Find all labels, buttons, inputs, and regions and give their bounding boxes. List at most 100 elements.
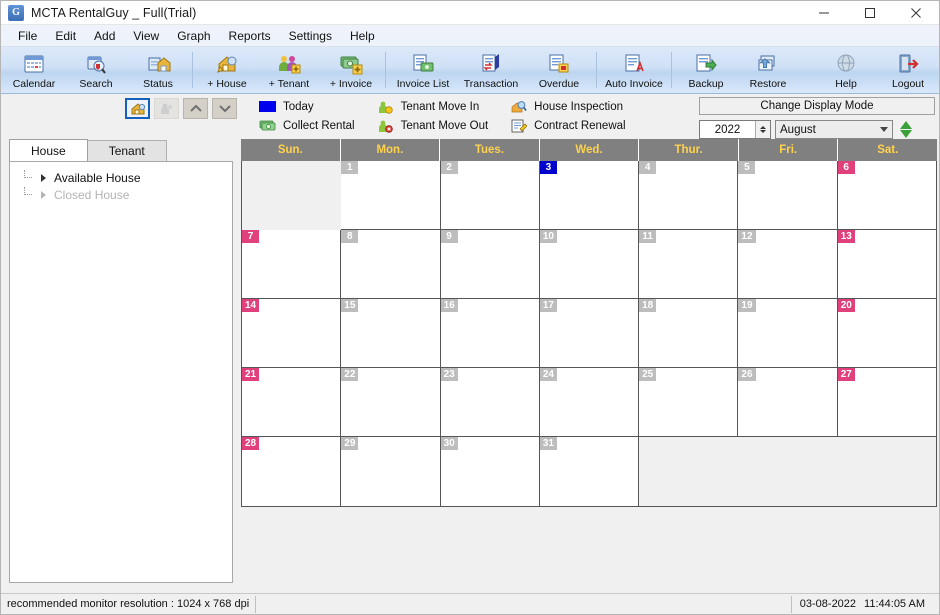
day-number-badge: 20 <box>837 299 855 312</box>
menu-file[interactable]: File <box>9 26 46 46</box>
calendar-cell-day-3[interactable]: 3 <box>539 161 640 230</box>
view-nav-buttons <box>1 94 237 119</box>
calendar-cell-day-12[interactable]: 12 <box>738 230 838 299</box>
toolbar-button-search[interactable]: Search <box>65 47 127 93</box>
calendar-cell-empty <box>639 437 739 506</box>
expand-arrow-icon[interactable] <box>41 190 46 199</box>
calendar-cell-day-7[interactable]: 7 <box>242 230 342 299</box>
legend-item-today: Today <box>259 98 355 115</box>
expand-arrow-icon[interactable] <box>41 173 46 182</box>
toolbar-button-transaction[interactable]: Transaction <box>457 47 525 93</box>
status-date: 03-08-2022 <box>799 598 857 610</box>
day-number-badge: 12 <box>738 230 756 243</box>
calendar-week-row: 7 8 9 10 11 12 13 <box>242 230 936 299</box>
calendar-cell-day-29[interactable]: 29 <box>341 437 441 506</box>
day-number-badge: 25 <box>639 368 657 381</box>
main-body: House Tenant Available House Closed Hous… <box>1 139 939 593</box>
toolbar-label: + Invoice <box>329 78 373 90</box>
toolbar-button-help[interactable]: Help <box>815 47 877 93</box>
auto-invoice-icon <box>621 52 647 76</box>
calendar-controls: Change Display Mode 2022 August <box>699 97 935 139</box>
toolbar-button-backup[interactable]: Backup <box>675 47 737 93</box>
toolbar-button-add-house[interactable]: + House <box>196 47 258 93</box>
toolbar-button-restore[interactable]: Restore <box>737 47 799 93</box>
calendar-cell-day-31[interactable]: 31 <box>539 437 640 506</box>
application-window: G MCTA RentalGuy _ Full(Trial) File Edit… <box>0 0 940 615</box>
tree-item-closed-house[interactable]: Closed House <box>10 186 232 203</box>
year-stepper[interactable] <box>755 121 770 138</box>
day-number-badge: 19 <box>738 299 756 312</box>
calendar-cell-day-24[interactable]: 24 <box>539 368 640 437</box>
calendar-cell-day-6[interactable]: 6 <box>837 161 936 230</box>
calendar-cell-day-17[interactable]: 17 <box>539 299 640 368</box>
toolbar-button-status[interactable]: Status <box>127 47 189 93</box>
calendar-cell-day-4[interactable]: 4 <box>639 161 739 230</box>
scroll-up-button[interactable] <box>183 98 208 119</box>
calendar-cell-day-8[interactable]: 8 <box>341 230 441 299</box>
calendar-cell-day-14[interactable]: 14 <box>242 299 342 368</box>
day-number-badge: 27 <box>837 368 855 381</box>
minimize-button[interactable] <box>801 1 847 25</box>
calendar-cell-day-1[interactable]: 1 <box>341 161 441 230</box>
blue-square-icon <box>259 99 276 114</box>
calendar-cell-day-28[interactable]: 28 <box>242 437 342 506</box>
toolbar-label: Transaction <box>463 78 519 90</box>
year-input[interactable]: 2022 <box>699 120 771 139</box>
calendar-cell-day-2[interactable]: 2 <box>440 161 540 230</box>
menu-edit[interactable]: Edit <box>46 26 85 46</box>
toolbar-button-calendar[interactable]: Calendar <box>3 47 65 93</box>
calendar-cell-day-16[interactable]: 16 <box>440 299 540 368</box>
scroll-down-button[interactable] <box>212 98 237 119</box>
tree-item-available-house[interactable]: Available House <box>10 169 232 186</box>
stepper-up-icon[interactable] <box>900 121 912 129</box>
menu-add[interactable]: Add <box>85 26 124 46</box>
toolbar-button-add-tenant[interactable]: + Tenant <box>258 47 320 93</box>
status-time: 11:44:05 AM <box>864 598 925 610</box>
menu-help[interactable]: Help <box>341 26 384 46</box>
close-button[interactable] <box>893 1 939 25</box>
tab-house[interactable]: House <box>9 139 88 161</box>
calendar-cell-day-11[interactable]: 11 <box>639 230 739 299</box>
month-select[interactable]: August <box>775 120 893 139</box>
overdue-icon <box>546 52 572 76</box>
menu-graph[interactable]: Graph <box>168 26 219 46</box>
calendar-cell-day-30[interactable]: 30 <box>440 437 540 506</box>
calendar-cell-day-26[interactable]: 26 <box>738 368 838 437</box>
calendar-cell-day-10[interactable]: 10 <box>539 230 640 299</box>
calendar-cell-day-18[interactable]: 18 <box>639 299 739 368</box>
month-stepper[interactable] <box>897 121 912 138</box>
menu-settings[interactable]: Settings <box>280 26 341 46</box>
menu-view[interactable]: View <box>124 26 168 46</box>
house-view-button[interactable] <box>125 98 150 119</box>
toolbar-button-overdue[interactable]: Overdue <box>525 47 593 93</box>
tab-tenant[interactable]: Tenant <box>86 140 167 161</box>
status-message: recommended monitor resolution : 1024 x … <box>1 595 257 613</box>
calendar-cell-day-19[interactable]: 19 <box>738 299 838 368</box>
menu-reports[interactable]: Reports <box>220 26 280 46</box>
maximize-button[interactable] <box>847 1 893 25</box>
contract-renewal-icon <box>510 118 527 133</box>
calendar-cell-day-22[interactable]: 22 <box>341 368 441 437</box>
month-value: August <box>780 123 816 136</box>
secondary-bar: Today Tenant Move In House Inspection Co… <box>1 94 939 139</box>
toolbar-label: Help <box>835 78 857 90</box>
calendar-cell-day-25[interactable]: 25 <box>639 368 739 437</box>
toolbar-button-logout[interactable]: Logout <box>877 47 939 93</box>
calendar-cell-day-15[interactable]: 15 <box>341 299 441 368</box>
sidebar-tabs: House Tenant <box>1 139 241 161</box>
toolbar-button-add-invoice[interactable]: + Invoice <box>320 47 382 93</box>
calendar-cell-day-27[interactable]: 27 <box>837 368 936 437</box>
toolbar-button-auto-invoice[interactable]: Auto Invoice <box>600 47 668 93</box>
calendar-cell-day-9[interactable]: 9 <box>440 230 540 299</box>
tenant-view-button[interactable] <box>154 98 179 119</box>
stepper-down-icon[interactable] <box>900 130 912 138</box>
legend-label: Tenant Move In <box>400 100 480 113</box>
calendar-cell-day-21[interactable]: 21 <box>242 368 342 437</box>
calendar-cell-day-20[interactable]: 20 <box>837 299 936 368</box>
calendar-cell-day-13[interactable]: 13 <box>837 230 936 299</box>
calendar-cell-day-5[interactable]: 5 <box>738 161 838 230</box>
toolbar-button-invoice-list[interactable]: Invoice List <box>389 47 457 93</box>
change-display-mode-button[interactable]: Change Display Mode <box>699 97 935 115</box>
calendar-cell-day-23[interactable]: 23 <box>440 368 540 437</box>
